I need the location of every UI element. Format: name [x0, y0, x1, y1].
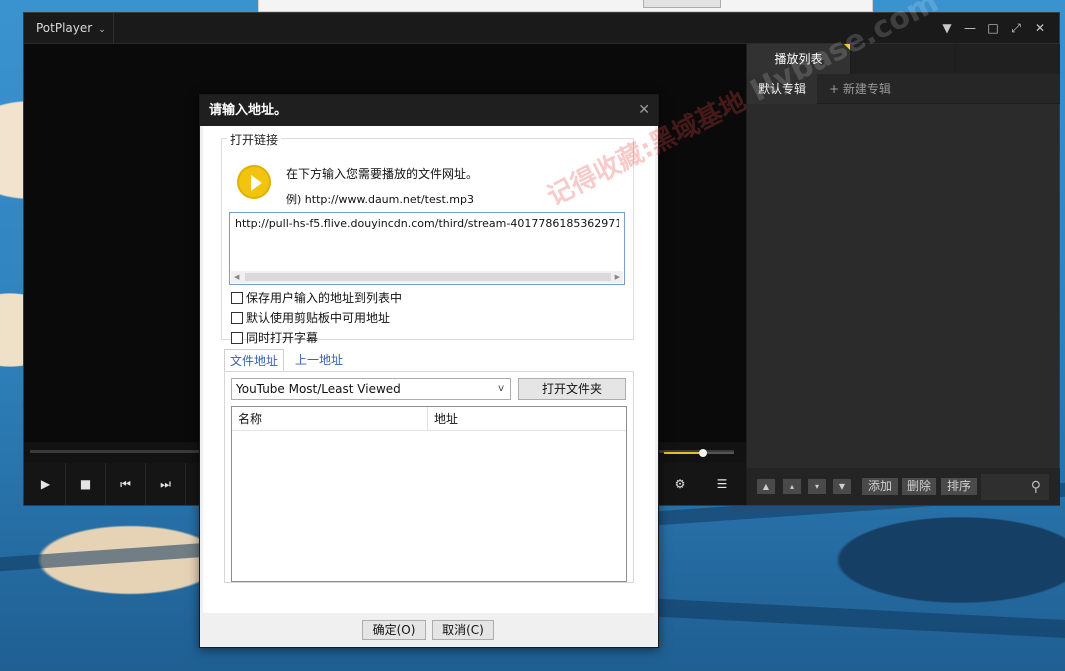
- url-value: http://pull-hs-f5.flive.douyincdn.com/th…: [235, 217, 619, 230]
- maximize-icon[interactable]: □: [981, 13, 1005, 44]
- dialog-title: 请输入地址。: [209, 103, 288, 118]
- open-link-group: 打开链接 在下方输入您需要播放的文件网址。 例) http://www.daum…: [221, 131, 634, 345]
- playlist-tabs: 播放列表: [747, 44, 1060, 74]
- column-address[interactable]: 地址: [428, 407, 626, 431]
- select-value: YouTube Most/Least Viewed: [236, 382, 401, 396]
- album-default[interactable]: 默认专辑: [747, 74, 817, 104]
- search-icon[interactable]: ⚲: [981, 474, 1049, 500]
- volume-knob[interactable]: [698, 449, 707, 457]
- fullscreen-icon[interactable]: ⤢: [1004, 13, 1028, 44]
- move-up-icon[interactable]: ▴: [783, 479, 801, 494]
- stop-icon[interactable]: ■: [66, 463, 106, 505]
- checkbox-label: 同时打开字幕: [246, 331, 319, 345]
- checkbox-box[interactable]: [231, 332, 243, 344]
- new-album-button[interactable]: + 新建专辑: [821, 74, 891, 104]
- column-name[interactable]: 名称: [232, 407, 428, 431]
- move-down-icon[interactable]: ▾: [808, 479, 826, 494]
- example-text: 例) http://www.daum.net/test.mp3: [286, 193, 474, 206]
- open-folder-button[interactable]: 打开文件夹: [518, 378, 626, 400]
- playlist-footer: ▲ ▴ ▾ ▼ 添加 删除 排序 ⚲: [747, 468, 1060, 505]
- play-icon[interactable]: ▶: [26, 463, 66, 505]
- scroll-right-icon[interactable]: ▶: [615, 271, 620, 283]
- address-tab-panel: YouTube Most/Least Viewed v 打开文件夹 名称 地址: [224, 371, 634, 583]
- move-bottom-icon[interactable]: ▼: [833, 479, 851, 494]
- volume-fill: [664, 452, 703, 454]
- chevron-down-icon: v: [498, 383, 504, 394]
- checkbox-label: 保存用户输入的地址到列表中: [246, 291, 403, 305]
- background-window-button: [643, 0, 721, 8]
- player-titlebar: PotPlayer ⌄ ▼ — □ ⤢ ✕: [24, 13, 1059, 44]
- scroll-thumb[interactable]: [245, 273, 611, 281]
- checkbox-open-subtitle[interactable]: 同时打开字幕: [231, 330, 318, 346]
- checkbox-use-clipboard[interactable]: 默认使用剪贴板中可用地址: [231, 310, 390, 326]
- chevron-down-icon: ⌄: [98, 25, 106, 35]
- tab-file-address[interactable]: 文件地址: [224, 349, 285, 371]
- address-list[interactable]: 名称 地址: [231, 406, 627, 582]
- app-menu-button[interactable]: PotPlayer ⌄: [24, 13, 114, 44]
- dialog-footer: 确定(O) 取消(C): [200, 613, 658, 647]
- group-title: 打开链接: [227, 131, 282, 148]
- minimize-icon[interactable]: —: [958, 13, 982, 44]
- tab-previous-address[interactable]: 上一地址: [290, 349, 348, 371]
- checkbox-label: 默认使用剪贴板中可用地址: [246, 311, 391, 325]
- dialog-titlebar: 请输入地址。 ✕: [200, 95, 658, 126]
- tab-playlist-label: 播放列表: [774, 52, 823, 66]
- checkbox-box[interactable]: [231, 312, 243, 324]
- instruction-text: 在下方输入您需要播放的文件网址。: [286, 167, 479, 181]
- next-icon[interactable]: ⏭: [146, 463, 186, 505]
- prev-icon[interactable]: ⏮: [106, 463, 146, 505]
- playlist-panel: 播放列表 默认专辑 + 新建专辑 ▲ ▴ ▾ ▼ 添加 删除 排序 ⚲: [746, 44, 1060, 505]
- cancel-button[interactable]: 取消(C): [432, 620, 494, 640]
- url-horizontal-scrollbar[interactable]: ◀ ▶: [231, 271, 623, 283]
- background-window: [258, 0, 873, 12]
- delete-button[interactable]: 删除: [902, 478, 936, 495]
- checkbox-save-address[interactable]: 保存用户输入的地址到列表中: [231, 290, 402, 306]
- app-name: PotPlayer: [36, 21, 93, 35]
- address-tabs: 文件地址 上一地址: [224, 349, 634, 371]
- tab-empty[interactable]: [851, 44, 956, 74]
- pin-icon[interactable]: ▼: [935, 13, 959, 44]
- tab-corner-marker: [844, 44, 850, 50]
- add-button[interactable]: 添加: [862, 478, 898, 495]
- volume-slider[interactable]: [664, 449, 734, 457]
- play-circle-icon: [237, 165, 271, 199]
- address-source-select[interactable]: YouTube Most/Least Viewed v: [231, 378, 511, 400]
- dialog-close-icon[interactable]: ✕: [638, 95, 650, 126]
- open-url-dialog: 请输入地址。 ✕ 打开链接 在下方输入您需要播放的文件网址。 例) http:/…: [199, 94, 659, 648]
- move-top-icon[interactable]: ▲: [757, 479, 775, 494]
- list-header: 名称 地址: [232, 407, 626, 431]
- scroll-left-icon[interactable]: ◀: [234, 271, 239, 283]
- sort-button[interactable]: 排序: [941, 478, 977, 495]
- ok-button[interactable]: 确定(O): [362, 620, 426, 640]
- url-input[interactable]: http://pull-hs-f5.flive.douyincdn.com/th…: [229, 212, 625, 285]
- checkbox-box[interactable]: [231, 292, 243, 304]
- album-bar: 默认专辑 + 新建专辑: [747, 74, 1060, 104]
- settings-gear-icon[interactable]: ⚙: [660, 463, 700, 505]
- dialog-body: 打开链接 在下方输入您需要播放的文件网址。 例) http://www.daum…: [203, 126, 655, 613]
- tab-playlist[interactable]: 播放列表: [747, 44, 851, 74]
- menu-icon[interactable]: ☰: [702, 463, 742, 505]
- close-icon[interactable]: ✕: [1028, 13, 1052, 44]
